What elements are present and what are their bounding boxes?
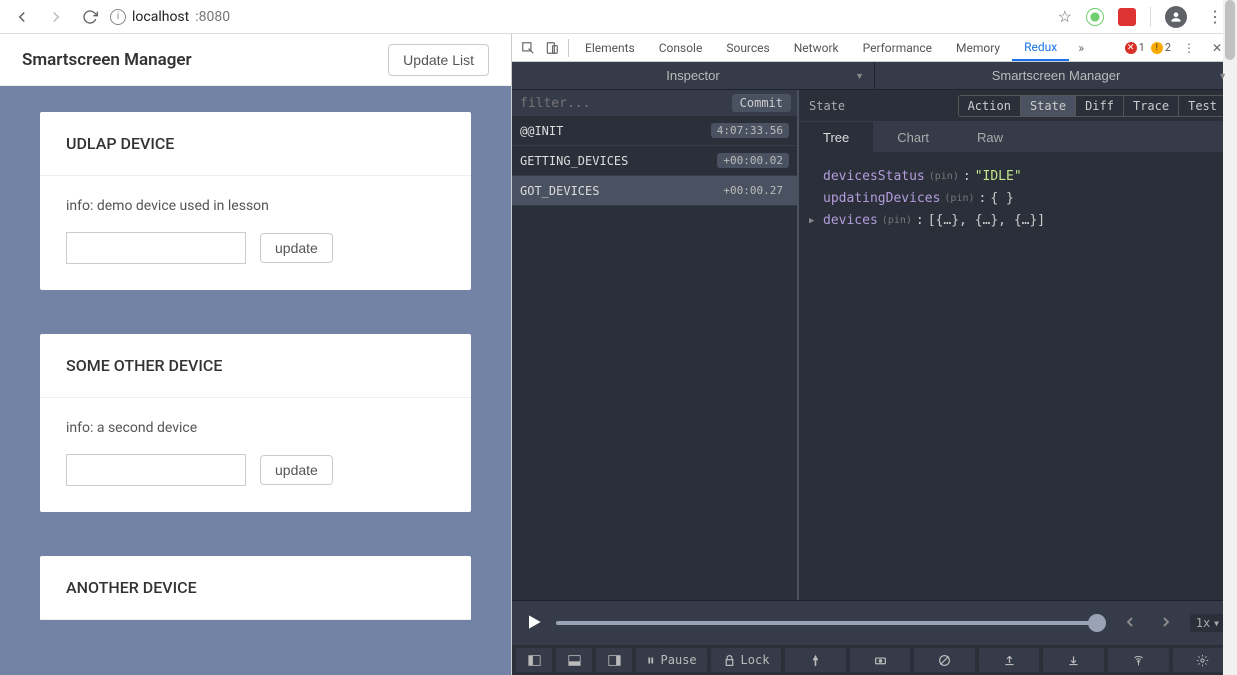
timeline-slider[interactable] xyxy=(556,621,1106,625)
action-item[interactable]: GETTING_DEVICES +00:00.02 xyxy=(512,146,797,176)
toggle-action[interactable]: Action xyxy=(959,96,1021,116)
state-tree: devicesStatus (pin): "IDLE" updatingDevi… xyxy=(799,152,1237,600)
layout-left-icon[interactable] xyxy=(516,648,552,672)
divider xyxy=(1150,7,1151,27)
persist-icon[interactable] xyxy=(914,648,975,672)
back-button[interactable] xyxy=(8,3,36,31)
lock-button[interactable]: Lock xyxy=(711,648,782,672)
step-forward-button[interactable] xyxy=(1154,614,1178,633)
device-title: UDLAP DEVICE xyxy=(40,112,471,176)
device-toggle-icon[interactable] xyxy=(540,36,564,60)
device-input[interactable] xyxy=(66,454,246,486)
filter-input[interactable] xyxy=(512,96,732,111)
devtools-tab-network[interactable]: Network xyxy=(782,34,851,61)
layout-right-icon[interactable] xyxy=(596,648,632,672)
commit-button[interactable]: Commit xyxy=(732,94,791,112)
expand-caret-icon[interactable]: ▶ xyxy=(809,210,819,232)
devtools-menu-icon[interactable]: ⋮ xyxy=(1177,36,1201,60)
action-item[interactable]: @@INIT 4:07:33.56 xyxy=(512,116,797,146)
device-title: ANOTHER DEVICE xyxy=(40,556,471,620)
more-tabs-icon[interactable]: » xyxy=(1069,36,1093,60)
error-count[interactable]: ✕1 xyxy=(1125,41,1145,54)
view-tab-chart[interactable]: Chart xyxy=(873,122,953,152)
layout-bottom-icon[interactable] xyxy=(556,648,592,672)
chevron-down-icon: ▼ xyxy=(1218,71,1227,81)
toggle-test[interactable]: Test xyxy=(1179,96,1226,116)
device-update-button[interactable]: update xyxy=(260,233,333,263)
devtools-tab-memory[interactable]: Memory xyxy=(944,34,1012,61)
step-back-button[interactable] xyxy=(1118,614,1142,633)
devtools-tab-redux[interactable]: Redux xyxy=(1012,34,1069,61)
devtools-tab-performance[interactable]: Performance xyxy=(851,34,944,61)
devtools-pane: Elements Console Sources Network Perform… xyxy=(512,34,1237,675)
view-tab-raw[interactable]: Raw xyxy=(953,122,1027,152)
view-toggle-group: Action State Diff Trace Test xyxy=(958,95,1227,117)
device-info: info: a second device xyxy=(66,420,445,436)
redux-devtools: Inspector ▼ Smartscreen Manager ▼ Commit xyxy=(512,62,1237,675)
action-item[interactable]: GOT_DEVICES +00:00.27 xyxy=(512,176,797,206)
device-input[interactable] xyxy=(66,232,246,264)
action-list-pane: Commit @@INIT 4:07:33.56 GETTING_DEVICES… xyxy=(512,90,799,600)
profile-avatar[interactable] xyxy=(1165,6,1187,28)
device-card: ANOTHER DEVICE xyxy=(40,556,471,620)
address-bar[interactable]: i localhost :8080 xyxy=(110,9,230,25)
state-pane: State Action State Diff Trace Test Tree … xyxy=(799,90,1237,600)
extension-icon-1[interactable] xyxy=(1086,8,1104,26)
app-scrollbar[interactable] xyxy=(1223,0,1237,675)
slider-thumb[interactable] xyxy=(1088,614,1106,632)
pause-button[interactable]: Pause xyxy=(636,648,707,672)
inspector-dropdown[interactable]: Inspector ▼ xyxy=(512,62,875,89)
devtools-tab-elements[interactable]: Elements xyxy=(573,34,647,61)
url-host: localhost xyxy=(132,9,189,25)
tree-row[interactable]: updatingDevices (pin): { } xyxy=(809,188,1227,210)
import-icon[interactable] xyxy=(1043,648,1104,672)
device-title: SOME OTHER DEVICE xyxy=(40,334,471,398)
tree-row[interactable]: ▶ devices (pin): [{…}, {…}, {…}] xyxy=(809,210,1227,232)
app-title: Smartscreen Manager xyxy=(22,50,192,70)
devtools-tab-sources[interactable]: Sources xyxy=(714,34,781,61)
play-button[interactable] xyxy=(524,612,544,635)
device-card: SOME OTHER DEVICE info: a second device … xyxy=(40,334,471,512)
devtools-tab-console[interactable]: Console xyxy=(647,34,715,61)
forward-button[interactable] xyxy=(42,3,70,31)
site-info-icon[interactable]: i xyxy=(110,9,126,25)
toggle-state[interactable]: State xyxy=(1021,96,1076,116)
device-card: UDLAP DEVICE info: demo device used in l… xyxy=(40,112,471,290)
update-list-button[interactable]: Update List xyxy=(388,44,489,76)
app-body: UDLAP DEVICE info: demo device used in l… xyxy=(0,86,511,675)
timeline-slider-row: 1x▼ xyxy=(512,601,1237,645)
dispatch-icon[interactable] xyxy=(850,648,911,672)
toggle-trace[interactable]: Trace xyxy=(1124,96,1179,116)
browser-toolbar: i localhost:8080 ☆ ⋮ xyxy=(0,0,1237,34)
warning-count[interactable]: !2 xyxy=(1151,41,1171,54)
reload-button[interactable] xyxy=(76,3,104,31)
bookmark-icon[interactable]: ☆ xyxy=(1058,7,1072,26)
devtools-tabbar: Elements Console Sources Network Perform… xyxy=(512,34,1237,62)
view-tab-tree[interactable]: Tree xyxy=(799,122,873,152)
app-pane: Smartscreen Manager Update List UDLAP DE… xyxy=(0,34,512,675)
view-tabs: Tree Chart Raw xyxy=(799,122,1237,152)
speed-dropdown[interactable]: 1x▼ xyxy=(1190,614,1225,632)
export-icon[interactable] xyxy=(979,648,1040,672)
inspect-element-icon[interactable] xyxy=(516,36,540,60)
pin-icon[interactable] xyxy=(785,648,846,672)
chevron-down-icon: ▼ xyxy=(855,71,864,81)
toggle-diff[interactable]: Diff xyxy=(1076,96,1124,116)
device-update-button[interactable]: update xyxy=(260,455,333,485)
state-label: State xyxy=(809,99,958,113)
divider xyxy=(568,39,569,57)
device-info: info: demo device used in lesson xyxy=(66,198,445,214)
instance-dropdown[interactable]: Smartscreen Manager ▼ xyxy=(875,62,1237,89)
remote-icon[interactable] xyxy=(1108,648,1169,672)
redux-toolbar: Pause Lock xyxy=(512,645,1237,675)
url-port: :8080 xyxy=(195,9,230,25)
app-header: Smartscreen Manager Update List xyxy=(0,34,511,86)
extension-icon-2[interactable] xyxy=(1118,8,1136,26)
tree-row[interactable]: devicesStatus (pin): "IDLE" xyxy=(809,166,1227,188)
